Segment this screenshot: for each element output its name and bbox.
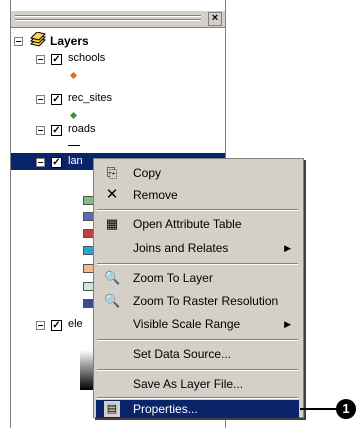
line-symbol-icon — [68, 145, 80, 146]
point-symbol-icon — [69, 111, 78, 120]
drag-grip — [15, 15, 201, 17]
table-icon: ▦ — [105, 216, 119, 231]
layers-root-label[interactable]: Layers — [50, 34, 89, 48]
collapse-toggle[interactable] — [36, 55, 45, 64]
layer-label-schools[interactable]: schools — [68, 52, 105, 64]
layer-context-menu: ⎘ Copy ✕ Remove ▦ Open Attribute Table J… — [93, 158, 304, 418]
collapse-toggle[interactable] — [36, 95, 45, 104]
menu-separator — [97, 339, 298, 341]
copy-icon: ⎘ — [106, 165, 118, 180]
layer-visibility-checkbox[interactable]: ✓ — [51, 54, 62, 65]
close-button[interactable]: × — [208, 12, 222, 26]
drag-grip — [15, 19, 201, 21]
menu-item-visible-scale-range[interactable]: Visible Scale Range ▶ — [96, 313, 299, 335]
zoom-raster-icon: 🔍 — [104, 293, 121, 308]
menu-separator — [97, 209, 298, 211]
collapse-toggle[interactable] — [36, 126, 45, 135]
menu-item-copy[interactable]: ⎘ Copy — [96, 162, 299, 184]
menu-separator — [97, 263, 298, 265]
layers-icon — [30, 32, 46, 47]
layer-label-rec-sites[interactable]: rec_sites — [68, 92, 112, 104]
menu-item-properties[interactable]: ▤ Properties... — [96, 400, 299, 418]
menu-item-open-attribute-table[interactable]: ▦ Open Attribute Table — [96, 213, 299, 235]
step-number-badge: 1 — [336, 399, 356, 419]
properties-icon: ▤ — [104, 401, 120, 417]
menu-item-zoom-to-layer[interactable]: 🔍 Zoom To Layer — [96, 267, 299, 289]
layer-label-landuse[interactable]: lan — [68, 155, 83, 167]
menu-separator — [97, 397, 298, 399]
collapse-toggle[interactable] — [14, 37, 23, 46]
layer-visibility-checkbox[interactable]: ✓ — [51, 94, 62, 105]
layer-label-roads[interactable]: roads — [68, 123, 96, 135]
menu-separator — [97, 369, 298, 371]
layer-visibility-checkbox[interactable]: ✓ — [51, 125, 62, 136]
layer-visibility-checkbox[interactable]: ✓ — [51, 157, 62, 168]
zoom-layer-icon: 🔍 — [104, 270, 121, 285]
menu-item-set-data-source[interactable]: Set Data Source... — [96, 343, 299, 365]
layer-visibility-checkbox[interactable]: ✓ — [51, 320, 62, 331]
collapse-toggle[interactable] — [36, 321, 45, 330]
menu-item-zoom-to-raster-resolution[interactable]: 🔍 Zoom To Raster Resolution — [96, 290, 299, 312]
menu-item-remove[interactable]: ✕ Remove — [96, 184, 299, 206]
point-symbol-icon — [69, 71, 78, 80]
toc-titlebar[interactable]: × — [11, 10, 225, 28]
collapse-toggle[interactable] — [36, 158, 45, 167]
submenu-arrow-icon: ▶ — [284, 243, 291, 253]
remove-icon: ✕ — [105, 186, 119, 203]
menu-item-save-as-layer-file[interactable]: Save As Layer File... — [96, 373, 299, 395]
submenu-arrow-icon: ▶ — [284, 319, 291, 329]
menu-item-joins-and-relates[interactable]: Joins and Relates ▶ — [96, 237, 299, 259]
layer-label-elevation[interactable]: ele — [68, 318, 83, 330]
elevation-ramp-symbol — [80, 350, 94, 390]
